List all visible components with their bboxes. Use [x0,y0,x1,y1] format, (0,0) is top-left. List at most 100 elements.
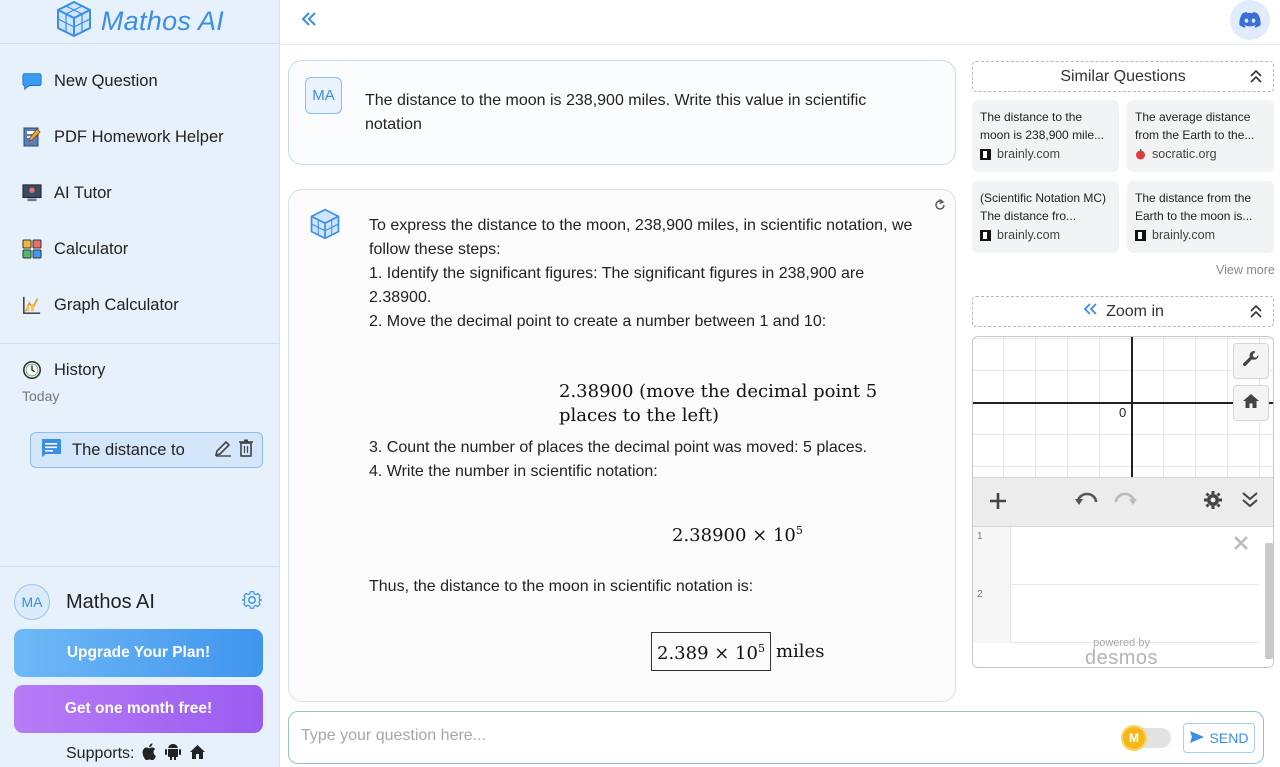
send-icon [1189,730,1204,746]
history-clock-icon [22,360,42,380]
user-avatar: MA [305,77,342,114]
chevron-up-icon[interactable] [1249,303,1263,324]
edit-icon[interactable] [214,439,232,462]
socratic-icon [1135,148,1146,160]
source-label: brainly.com [1152,228,1215,242]
history-item[interactable]: The distance to [30,432,263,468]
chat-bubble-icon [22,71,42,91]
sidebar: Mathos AI New Question PDF Homework Help… [0,0,280,767]
zoom-in-label: Zoom in [1106,302,1164,320]
send-label: SEND [1209,730,1249,746]
double-chevron-left-icon[interactable] [1082,302,1098,321]
source-label: brainly.com [997,228,1060,242]
similar-question-title: (Scientific Notation MC) The distance fr… [980,191,1107,223]
answer-intro: To express the distance to the moon, 238… [369,217,913,258]
coin-icon: M [1121,725,1147,751]
settings-gear-icon[interactable] [1203,490,1223,515]
similar-question-title: The distance from the Earth to the moon … [1135,191,1253,223]
expression-index: 2 [973,585,1011,643]
expression-row[interactable]: 2 [973,585,1259,643]
brand-logo[interactable]: Mathos AI [0,0,279,44]
question-input[interactable]: Type your question here... [301,727,486,745]
settings-gear-icon[interactable] [241,589,263,616]
boxed-result: 2.389 × 105 [651,632,771,671]
answer-step-4: 4. Write the number in scientific notati… [369,463,658,480]
desmos-logo: desmos [1085,647,1159,668]
cube-logo-icon [55,0,93,43]
undo-icon[interactable] [1075,490,1099,517]
apple-icon[interactable] [142,743,157,765]
sidebar-item-label: AI Tutor [54,183,112,202]
coin-toggle[interactable]: M [1121,725,1171,751]
view-more-link[interactable]: View more [1216,263,1275,277]
add-expression-icon[interactable] [987,490,1009,517]
question-input-bar[interactable]: Type your question here... M SEND [288,711,1264,764]
similar-question-card[interactable]: The distance to the moon is 238,900 mile… [972,100,1119,172]
graph-calculator: 0 1 2 powered by desmos [972,336,1274,668]
collapse-sidebar-icon[interactable] [300,10,318,33]
chevron-up-icon[interactable] [1249,68,1263,89]
tutor-board-icon [22,183,42,203]
zoom-in-header[interactable]: Zoom in [972,296,1274,327]
collapse-list-icon[interactable] [1241,490,1259,515]
sidebar-item-pdf-homework-helper[interactable]: PDF Homework Helper [0,109,279,165]
supports-platforms: Supports: [66,743,206,765]
sidebar-item-new-question[interactable]: New Question [0,53,279,109]
similar-questions-header[interactable]: Similar Questions [972,61,1274,92]
sidebar-footer: MA Mathos AI Upgrade Your Plan! Get one … [0,566,279,762]
similar-question-card[interactable]: (Scientific Notation MC) The distance fr… [972,181,1119,253]
history-group-today: Today [22,388,60,404]
history-label: History [54,360,106,379]
math-expression-2: 2.38900 × 105 [672,519,803,548]
free-month-button[interactable]: Get one month free! [14,685,263,733]
scrollbar[interactable] [1265,543,1273,659]
sidebar-item-ai-tutor[interactable]: AI Tutor [0,165,279,221]
discord-icon[interactable] [1230,0,1270,40]
wrench-icon [1242,350,1260,373]
send-button[interactable]: SEND [1183,723,1255,753]
desmos-branding[interactable]: powered by desmos [1085,637,1158,667]
expression-toolbar [973,477,1273,527]
graph-settings-button[interactable] [1233,343,1269,379]
math-expression-1: 2.38900 (move the decimal point 5 places… [559,381,878,426]
question-card: MA The distance to the moon is 238,900 m… [288,60,956,165]
answer-card: To express the distance to the moon, 238… [288,189,956,702]
answer-steps-2: 3. Count the number of places the decima… [369,436,929,484]
sidebar-item-label: Graph Calculator [54,295,179,314]
expression-index: 1 [973,527,1011,585]
similar-question-title: The distance to the moon is 238,900 mile… [980,110,1105,142]
sidebar-item-label: PDF Homework Helper [54,127,224,146]
origin-label: 0 [1119,405,1127,420]
upgrade-plan-button[interactable]: Upgrade Your Plan! [14,629,263,677]
sidebar-item-label: Calculator [54,239,129,258]
similar-question-card[interactable]: The distance from the Earth to the moon … [1127,181,1274,253]
delete-expression-icon[interactable] [1233,535,1249,556]
graph-canvas[interactable]: 0 [973,337,1273,477]
supports-label: Supports: [66,745,135,762]
history-item-actions [214,439,262,462]
answer-step-2: 2. Move the decimal point to create a nu… [369,313,827,330]
similar-question-card[interactable]: The average distance from the Earth to t… [1127,100,1274,172]
source-label: brainly.com [997,147,1060,161]
user-profile: MA Mathos AI [0,567,279,637]
android-icon[interactable] [165,743,182,765]
avatar[interactable]: MA [14,584,50,620]
sidebar-item-label: New Question [54,71,158,90]
answer-step-1: 1. Identify the significant figures: The… [369,265,865,306]
pdf-book-icon [22,127,42,147]
redo-icon[interactable] [1113,490,1137,517]
sidebar-item-graph-calculator[interactable]: Graph Calculator [0,277,279,333]
math-exponent: 5 [795,524,803,537]
similar-question-source: brainly.com [980,147,1111,161]
graph-home-button[interactable] [1233,385,1269,421]
delete-icon[interactable] [238,439,254,462]
graph-icon [22,295,42,315]
expression-list: 1 2 powered by desmos [973,527,1273,667]
similar-question-source: brainly.com [980,228,1111,242]
user-name: Mathos AI [66,590,155,613]
question-text: The distance to the moon is 238,900 mile… [365,92,867,133]
expression-row[interactable]: 1 [973,527,1259,585]
sidebar-item-calculator[interactable]: Calculator [0,221,279,277]
regenerate-icon[interactable] [933,198,947,217]
home-web-icon[interactable] [189,744,206,765]
